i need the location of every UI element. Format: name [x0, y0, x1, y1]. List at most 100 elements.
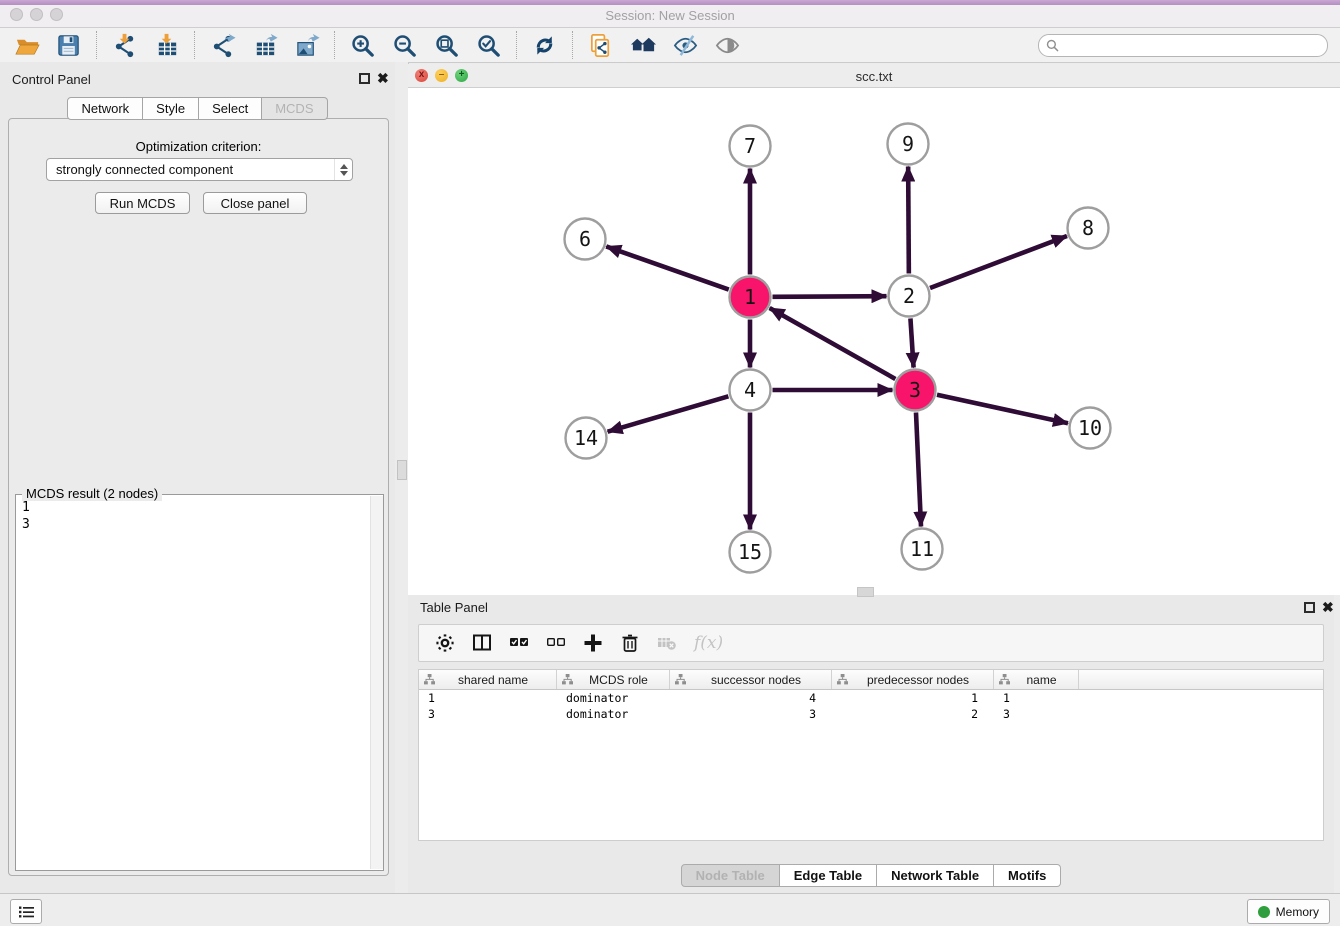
- cell-MCDS-role[interactable]: dominator: [557, 706, 670, 722]
- open-session-button[interactable]: [13, 31, 41, 59]
- graph-edge-2-8[interactable]: [930, 236, 1067, 288]
- vertical-splitter-handle[interactable]: [397, 460, 407, 480]
- trash-icon: [620, 633, 640, 653]
- table-settings-button[interactable]: [435, 631, 455, 655]
- select-all-button[interactable]: [509, 631, 529, 655]
- main-toolbar: [0, 28, 1340, 63]
- tab-mcds[interactable]: MCDS: [262, 97, 327, 120]
- home-layout-button[interactable]: [629, 31, 657, 59]
- graph-node-14[interactable]: 14: [566, 418, 607, 459]
- graph-node-2[interactable]: 2: [889, 276, 930, 317]
- graph-edge-2-9[interactable]: [908, 166, 909, 273]
- mcds-result-text[interactable]: 13: [16, 497, 370, 870]
- close-panel-button[interactable]: Close panel: [203, 192, 307, 214]
- svg-text:4: 4: [744, 378, 756, 402]
- result-line: 3: [22, 516, 364, 533]
- tab-network-table[interactable]: Network Table: [877, 864, 994, 887]
- vertical-splitter[interactable]: [395, 62, 409, 893]
- table-row[interactable]: 3dominator323: [419, 706, 1323, 722]
- export-image-button[interactable]: [293, 31, 321, 59]
- graph-node-3[interactable]: 3: [895, 370, 936, 411]
- cell-successor-nodes[interactable]: 4: [670, 690, 832, 706]
- svg-text:2: 2: [903, 284, 915, 308]
- zoom-out-button[interactable]: [391, 31, 419, 59]
- table-panel-title: Table Panel: [420, 600, 488, 615]
- tab-network[interactable]: Network: [67, 97, 143, 120]
- column-hierarchy-icon: [562, 674, 573, 685]
- graph-edge-4-14[interactable]: [608, 396, 729, 431]
- svg-text:15: 15: [738, 540, 762, 564]
- column-header-name[interactable]: name: [994, 670, 1079, 689]
- graph-edge-2-3[interactable]: [910, 318, 913, 367]
- show-panels-button[interactable]: [713, 31, 741, 59]
- graph-node-8[interactable]: 8: [1068, 208, 1109, 249]
- cell-successor-nodes[interactable]: 3: [670, 706, 832, 722]
- table-row[interactable]: 1dominator411: [419, 690, 1323, 706]
- memory-button[interactable]: Memory: [1247, 899, 1330, 924]
- graph-node-15[interactable]: 15: [730, 532, 771, 573]
- table-float-icon[interactable]: [1304, 602, 1315, 613]
- tab-node-table[interactable]: Node Table: [681, 864, 780, 887]
- control-panel-header: Control Panel ✖: [0, 70, 395, 90]
- cell-predecessor-nodes[interactable]: 2: [832, 706, 994, 722]
- graph-node-10[interactable]: 10: [1070, 408, 1111, 449]
- float-panel-icon[interactable]: [359, 73, 370, 84]
- table-close-icon[interactable]: ✖: [1322, 599, 1334, 616]
- unselect-all-button[interactable]: [546, 631, 566, 655]
- delete-columns-button[interactable]: [620, 631, 640, 655]
- zoom-in-button[interactable]: [349, 31, 377, 59]
- export-network-button[interactable]: [209, 31, 237, 59]
- column-header-MCDS-role[interactable]: MCDS role: [557, 670, 670, 689]
- refresh-network-button[interactable]: [531, 31, 559, 59]
- zoom-selected-button[interactable]: [475, 31, 503, 59]
- cell-MCDS-role[interactable]: dominator: [557, 690, 670, 706]
- graph-edge-1-2[interactable]: [772, 296, 886, 297]
- tab-select[interactable]: Select: [199, 97, 262, 120]
- result-scrollbar[interactable]: [370, 496, 383, 869]
- search-box[interactable]: [1038, 34, 1328, 57]
- graph-edge-3-10[interactable]: [937, 395, 1068, 423]
- zoom-fit-button[interactable]: [433, 31, 461, 59]
- graph-node-11[interactable]: 11: [902, 529, 943, 570]
- search-input[interactable]: [1063, 36, 1327, 54]
- split-view-button[interactable]: [472, 631, 492, 655]
- svg-text:8: 8: [1082, 216, 1094, 240]
- cell-shared-name[interactable]: 3: [419, 706, 557, 722]
- import-table-button[interactable]: [153, 31, 181, 59]
- export-table-button[interactable]: [251, 31, 279, 59]
- graph-node-1[interactable]: 1: [730, 277, 771, 318]
- close-panel-icon[interactable]: ✖: [377, 70, 389, 87]
- graph-edge-1-6[interactable]: [606, 246, 729, 289]
- check-boxes-icon: [509, 633, 529, 653]
- column-header-successor-nodes[interactable]: successor nodes: [670, 670, 832, 689]
- zoom-in-icon: [350, 32, 377, 59]
- cell-predecessor-nodes[interactable]: 1: [832, 690, 994, 706]
- column-header-shared-name[interactable]: shared name: [419, 670, 557, 689]
- import-network-button[interactable]: [111, 31, 139, 59]
- column-hierarchy-icon: [675, 674, 686, 685]
- graph-node-7[interactable]: 7: [730, 126, 771, 167]
- graph-edge-3-1[interactable]: [770, 308, 896, 379]
- horizontal-splitter-handle[interactable]: [857, 587, 874, 597]
- column-header-predecessor-nodes[interactable]: predecessor nodes: [832, 670, 994, 689]
- graph-node-6[interactable]: 6: [565, 219, 606, 260]
- zoom-fit-icon: [434, 32, 461, 59]
- network-files-button[interactable]: [587, 31, 615, 59]
- cell-name[interactable]: 1: [994, 690, 1079, 706]
- cell-shared-name[interactable]: 1: [419, 690, 557, 706]
- criterion-dropdown[interactable]: strongly connected component: [46, 158, 353, 181]
- graph-node-4[interactable]: 4: [730, 370, 771, 411]
- hide-panels-button[interactable]: [671, 31, 699, 59]
- show-panel-list-button[interactable]: [10, 899, 42, 924]
- tab-motifs[interactable]: Motifs: [994, 864, 1061, 887]
- add-column-button[interactable]: [583, 631, 603, 655]
- cell-name[interactable]: 3: [994, 706, 1079, 722]
- save-session-button[interactable]: [55, 31, 83, 59]
- network-canvas[interactable]: 7 9 6 8 1 2 4 3 14 10 15 11: [408, 88, 1340, 595]
- column-label: shared name: [438, 673, 556, 687]
- graph-node-9[interactable]: 9: [888, 124, 929, 165]
- tab-edge-table[interactable]: Edge Table: [780, 864, 877, 887]
- run-mcds-button[interactable]: Run MCDS: [95, 192, 190, 214]
- graph-edge-3-11[interactable]: [916, 412, 921, 526]
- tab-style[interactable]: Style: [143, 97, 199, 120]
